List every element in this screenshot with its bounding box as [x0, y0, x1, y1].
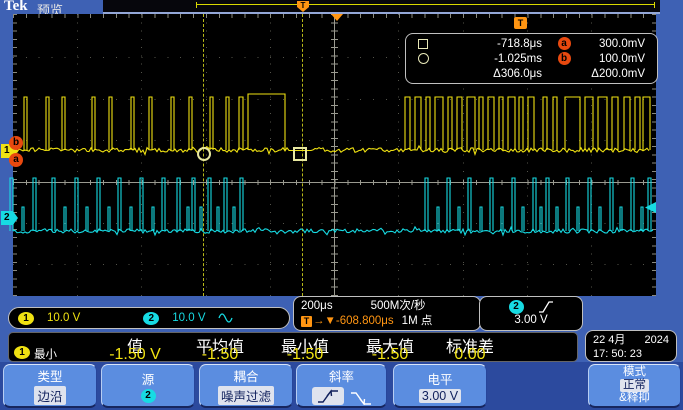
graticule-col: [77, 14, 78, 296]
year-label: 2024: [645, 333, 669, 347]
cursor-delta-volt: Δ200.0mV: [586, 68, 657, 80]
meas-mean: -1.50: [185, 346, 255, 359]
trigger-position-icon: T: [514, 17, 527, 29]
meas-header-mean: 平均值: [185, 333, 255, 346]
meas-header-max: 最大值: [355, 333, 425, 346]
cursor-b-badge: b: [558, 52, 571, 65]
cursor-row-a: -718.8μs a 300.0mV: [406, 36, 657, 51]
menu-source-title: 源: [142, 369, 155, 388]
meas-header-min: 最小值: [270, 333, 340, 346]
graticule-col: [270, 14, 271, 296]
meas-stddev: 0.00: [435, 346, 505, 359]
menu-source-button[interactable]: 源 2: [101, 364, 195, 408]
meas-header-stddev: 标准差: [435, 333, 505, 346]
tek-logo: Tek: [4, 0, 28, 15]
cursor-a-badge: a: [558, 37, 571, 50]
falling-edge-icon[interactable]: [350, 391, 372, 405]
menu-coupling-value: 噪声过滤: [218, 386, 274, 405]
trigger-t-icon: T: [301, 316, 312, 327]
cursor-circle-icon: [197, 147, 211, 161]
menu-level-button[interactable]: 电平 3.00 V: [393, 364, 487, 408]
menu-type-button[interactable]: 类型 边沿: [3, 364, 97, 408]
cursor-a-volt: 300.0mV: [586, 38, 657, 50]
menu-slope-button[interactable]: 斜率: [296, 364, 387, 408]
menu-source-ch2-badge: 2: [141, 389, 156, 403]
timebase-scale: 200μs: [301, 299, 333, 314]
rising-edge-icon[interactable]: [312, 387, 344, 405]
channel-readout-box: 1 10.0 V 2 10.0 V: [8, 307, 290, 329]
measurement-ch1-badge: 1: [14, 346, 30, 359]
menu-level-title: 电平: [427, 369, 452, 388]
ch1-scale: 10.0 V: [47, 312, 80, 324]
cursor-circle-symbol-icon: [406, 53, 440, 64]
menu-mode-value2: &释抑: [619, 392, 650, 405]
record-window-right-bracket: [654, 2, 655, 8]
menu-level-value: 3.00 V: [419, 389, 461, 403]
cursor-row-b: -1.025ms b 100.0mV: [406, 51, 657, 66]
graticule-center-v-line: [334, 14, 335, 296]
record-waveform-preview: [196, 4, 655, 5]
datetime-box: 22 4月 2024 17: 50: 23: [585, 330, 677, 362]
cursor-b-time: -1.025ms: [440, 53, 542, 65]
menu-coupling-button[interactable]: 耦合 噪声过滤: [199, 364, 293, 408]
menu-type-title: 类型: [37, 366, 62, 385]
menu-slope-title: 斜率: [329, 366, 354, 385]
measurement-name: 最小: [34, 346, 57, 362]
trigger-level-value: 3.00 V: [480, 314, 582, 329]
menu-mode-title: 模式: [623, 366, 646, 379]
meas-min: -1.50: [270, 346, 340, 359]
cursor-square-icon: [293, 147, 307, 161]
sample-rate: 500M次/秒: [371, 299, 426, 314]
cursor-a-time: -718.8μs: [440, 38, 542, 50]
meas-max: -1.50: [355, 346, 425, 359]
menu-mode-value: 正常: [620, 379, 649, 392]
cursor-b-level-icon: b: [9, 136, 23, 150]
menu-coupling-title: 耦合: [233, 366, 258, 385]
oscilloscope-screen: { "header": { "logo": "Tek", "mode_label…: [0, 0, 683, 410]
cursor-a-level-icon: a: [9, 153, 23, 167]
date-label: 22 4月: [593, 333, 625, 347]
record-length: 1M 点: [402, 314, 433, 329]
ch2-scale: 10.0 V: [172, 312, 205, 324]
ac-coupling-icon: [218, 313, 233, 323]
trigger-source-badge: 2: [509, 300, 524, 314]
meas-header-value: 值: [100, 333, 170, 346]
trigger-readout-box: 2 3.00 V: [479, 296, 583, 331]
ch2-badge[interactable]: 2: [143, 312, 159, 325]
record-view-bar: [103, 0, 660, 14]
graticule-col: [141, 14, 142, 296]
menu-mode-button[interactable]: 模式 正常 &释抑: [588, 364, 681, 408]
horizontal-delay: →▼-608.800μs: [313, 314, 394, 329]
time-label: 17: 50: 23: [593, 347, 669, 361]
menu-type-value: 边沿: [34, 386, 65, 405]
meas-value: -1.50 V: [100, 346, 170, 359]
cursor-delta-row: Δ306.0μs Δ200.0mV: [406, 66, 657, 81]
cursor-delta-time: Δ306.0μs: [440, 68, 542, 80]
timebase-readout-box: 200μs 500M次/秒 T →▼-608.800μs 1M 点: [293, 296, 481, 331]
cursor-readout-box: -718.8μs a 300.0mV -1.025ms b 100.0mV Δ3…: [405, 33, 658, 84]
graticule-col: [398, 14, 399, 296]
ch1-badge[interactable]: 1: [18, 312, 34, 325]
trigger-slope-icon: [538, 301, 554, 313]
record-window-left-bracket: [196, 2, 197, 8]
cursor-square-symbol-icon: [406, 39, 440, 49]
cursor-b-volt: 100.0mV: [586, 53, 657, 65]
